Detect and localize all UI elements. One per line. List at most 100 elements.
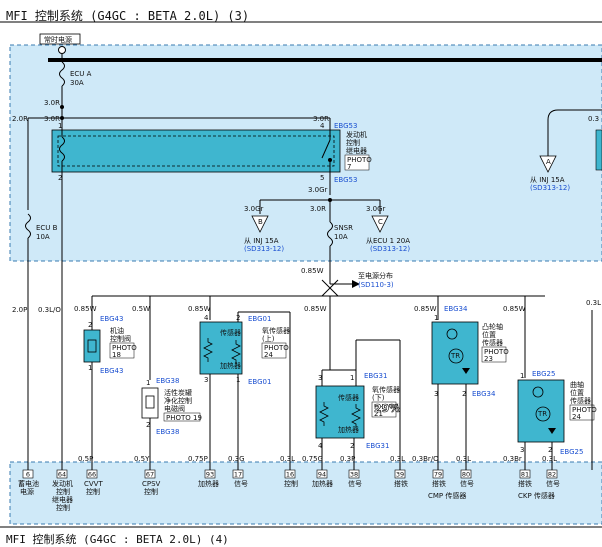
ecu-label-10: 搭铁 [394,479,408,488]
ecu-pin-number: 64 [58,471,66,479]
fuse-ecu-a-name: ECU A [70,70,92,78]
wire-label-03l-r: 0.3L [586,299,601,307]
ecu-label-3a: CVVT [84,480,103,488]
ecu-label-6: 信号 [234,479,248,488]
wire-label-30gr: 3.0Gr [308,186,328,194]
purge-pin-t: 1 [146,379,150,387]
ref-inj-left-a: 从 INJ 15A [244,237,279,245]
ecu-pin-number: 6 [26,471,30,479]
cmp-name-1: 凸轮轴 [482,322,503,331]
ref-inj-left-b: (SD313-12) [244,245,284,253]
ref-ecu-right-b: (SD313-12) [370,245,410,253]
ecu-label-1b: 电源 [20,487,34,496]
power-label: 常时电源 [44,35,72,44]
ecu-label-8: 加热器 [312,479,333,488]
bwire-03l-3: 0.3L [456,455,471,463]
cvvt-valve [83,329,101,363]
wire-label-20p: 2.0P [12,306,27,314]
ecu-label-7: 控制 [284,479,298,488]
o2up-name-1: 氧传感器 [262,326,290,335]
fuse-snsr-rating: 10A [334,233,348,241]
wire-label-05w: 0.5W [132,305,150,313]
ecu-pin-number: 93 [206,471,214,479]
o2up-conn-b: EBG01 [248,378,271,386]
ref-power-dist-b: (SD110-3) [358,281,394,289]
o2up-conn-t: EBG01 [248,315,271,323]
cmp-name-2: 位置 [482,330,496,339]
ecu-pin-number: 82 [548,471,556,479]
cvvt-pin-t: 2 [88,321,92,329]
cmp-photo-num: 23 [484,355,493,363]
o2dn-conn-b: EBG31 [366,442,389,450]
bwire-05p: 0.5P [78,455,93,463]
relay-name-1: 发动机 [346,130,367,139]
ecu-label-2b: 控制 [56,487,70,496]
o2up-photo-num: 24 [264,351,273,359]
ecu-label-11: 搭铁 [432,479,446,488]
ecu-label-14: 搭铁 [518,479,532,488]
ecu-pin-number: 38 [350,471,358,479]
ckp-tr: TR [537,410,547,418]
ecu-label-16: CKP 传感器 [518,491,555,500]
relay-conn-top: EBG53 [334,122,357,130]
ecu-pin-number: 94 [318,471,326,479]
o2dn-mark: 29% [374,402,400,415]
wire-label-30r-a: 3.0R [44,99,60,107]
bwire-03bro: 0.3Br/O [412,455,439,463]
wire-label-03lo: 0.3L/O [38,306,61,314]
wire-label-30gr-l: 3.0Gr [244,205,264,213]
wire-label-30r-m: 3.0R [310,205,326,213]
ecu-label-2a: 发动机 [52,479,73,488]
purge-name-3: 电磁阀 [164,404,185,413]
relay-pin-1: 1 [58,122,62,130]
ecu-pin-number: 80 [462,471,470,479]
fuse-ecu-b-rating: 10A [36,233,50,241]
relay-conn-bot: EBG53 [334,176,357,184]
purge-solenoid [141,387,159,419]
ecu-pin-number: 16 [286,471,294,479]
o2dn-name-1: 氧传感器 [372,385,400,394]
o2up-name-2: (上) [262,334,275,343]
ckp-photo-num: 24 [572,413,581,421]
cvvt-name-1: 机油 [110,326,124,335]
wiring-diagram: 常时电源 ECU A 30A 3.0R 2.0R 3.0R 3.0R 1 4 2… [0,21,602,528]
o2dn-inner-1: 传感器 [338,393,359,402]
bwire-03br: 0.3Br [503,455,522,463]
cmp-name-3: 传感器 [482,338,503,347]
relay-name-2: 控制 [346,138,360,147]
ecu-pin-number: 79 [434,471,442,479]
wire-label-085w-5: 0.85W [503,305,526,313]
wire-label-30gr-r: 3.0Gr [366,205,386,213]
purge-name-1: 活性炭罐 [164,388,192,397]
bwire-03l-1: 0.3L [280,455,295,463]
o2up-inner-1: 传感器 [220,328,241,337]
ecu-pin-number: 39 [396,471,404,479]
ecu-label-2d: 控制 [56,503,70,512]
ckp-pin-tl: 1 [520,372,524,380]
next-page-title: MFI 控制系统 (G4GC : BETA 2.0L) (4) [6,533,229,546]
wire-label-085w-4: 0.85W [414,305,437,313]
svg-text:C: C [378,218,383,226]
ecu-label-1a: 蓄电池 [18,479,39,488]
ckp-conn-t: EBG25 [532,370,555,378]
ecu-label-9: 信号 [348,479,362,488]
ecu-label-15: 信号 [546,479,560,488]
ckp-name-3: 传感器 [570,396,591,405]
wire-label-right: 0.3 [588,115,599,123]
cmp-conn-t: EBG34 [444,305,468,313]
ecu-pin-number: 17 [234,471,242,479]
purge-photo: PHOTO 19 [166,414,202,422]
power-terminal [58,46,66,54]
wire-label-085w-top: 0.85W [301,267,324,275]
o2up-inner-2: 加热器 [220,361,241,370]
o2up-pin-bl: 3 [204,376,208,384]
ecu-pin-number: 81 [521,471,529,479]
ckp-name-1: 曲轴 [570,380,584,389]
wire-label-085w-1: 0.85W [74,305,97,313]
bwire-03p: 0.3P [340,455,355,463]
purge-conn-b: EBG38 [156,428,179,436]
relay-pin-4: 4 [320,122,325,130]
cmp-tr: TR [450,352,460,360]
ref-ecu-right-a: 从ECU 1 20A [366,237,410,245]
o2dn-pin-tr: 1 [350,374,354,382]
